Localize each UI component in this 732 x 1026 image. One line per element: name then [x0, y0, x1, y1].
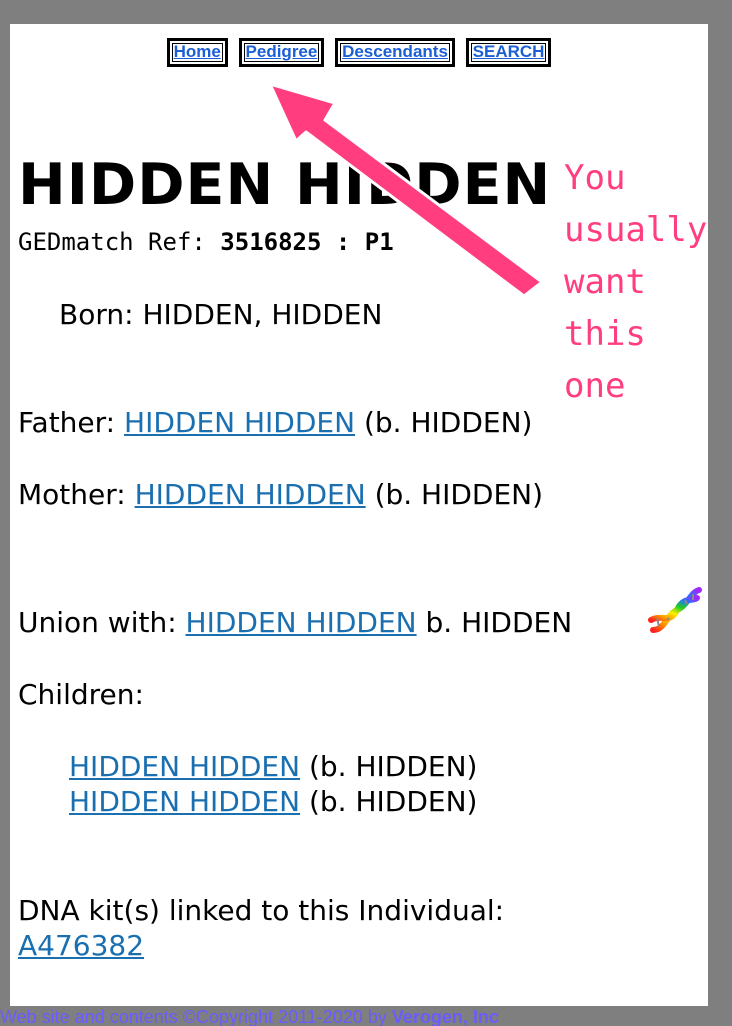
child-link[interactable]: HIDDEN HIDDEN — [69, 750, 300, 783]
child-item: HIDDEN HIDDEN (b. HIDDEN) — [69, 750, 477, 783]
union-birth: b. HIDDEN — [425, 606, 573, 639]
union-label: Union with: — [18, 606, 177, 639]
nav-bar: Home Pedigree Descendants SEARCH — [10, 38, 708, 67]
father-line: Father: HIDDEN HIDDEN (b. HIDDEN) — [18, 406, 532, 439]
nav-home-button[interactable]: Home — [166, 38, 228, 67]
footer-copyright: Web site and contents ©Copyright 2011-20… — [0, 1007, 387, 1026]
child-birth: (b. HIDDEN) — [308, 785, 478, 818]
nav-descendants-button[interactable]: Descendants — [335, 38, 455, 67]
dna-kit-link[interactable]: A476382 — [18, 929, 144, 962]
dna-icon[interactable] — [647, 584, 703, 636]
union-link[interactable]: HIDDEN HIDDEN — [186, 606, 417, 639]
mother-birth: (b. HIDDEN) — [374, 478, 544, 511]
nav-home-link[interactable]: Home — [174, 42, 221, 61]
footer: Web site and contents ©Copyright 2011-20… — [0, 1007, 732, 1026]
annotation-line: You — [564, 158, 626, 198]
born-label: Born: — [59, 298, 134, 331]
annotation-line: one — [564, 366, 626, 406]
mother-label: Mother: — [18, 478, 126, 511]
nav-pedigree-link[interactable]: Pedigree — [246, 42, 318, 61]
annotation-note: You usually want this one — [564, 152, 729, 412]
annotation-line: this — [564, 314, 646, 354]
father-link[interactable]: HIDDEN HIDDEN — [124, 406, 355, 439]
footer-company-link[interactable]: Verogen, Inc — [392, 1007, 499, 1026]
child-link[interactable]: HIDDEN HIDDEN — [69, 785, 300, 818]
father-label: Father: — [18, 406, 116, 439]
nav-search-button[interactable]: SEARCH — [465, 38, 552, 67]
born-value: HIDDEN, HIDDEN — [142, 298, 383, 331]
mother-line: Mother: HIDDEN HIDDEN (b. HIDDEN) — [18, 478, 543, 511]
annotation-line: usually — [564, 210, 708, 250]
gedmatch-ref: GEDmatch Ref: 3516825 : P1 — [18, 228, 394, 256]
union-line: Union with: HIDDEN HIDDEN b. HIDDEN — [18, 606, 572, 639]
mother-link[interactable]: HIDDEN HIDDEN — [135, 478, 366, 511]
father-birth: (b. HIDDEN) — [363, 406, 533, 439]
born-line: Born: HIDDEN, HIDDEN — [59, 298, 382, 331]
dna-kits-label: DNA kit(s) linked to this Individual: — [18, 894, 505, 927]
ref-label: GEDmatch Ref: — [18, 228, 206, 256]
children-label: Children: — [18, 678, 144, 711]
person-name: HIDDEN HIDDEN — [18, 152, 552, 218]
child-birth: (b. HIDDEN) — [308, 750, 478, 783]
nav-pedigree-button[interactable]: Pedigree — [238, 38, 325, 67]
ref-value: 3516825 : P1 — [220, 228, 394, 256]
nav-descendants-link[interactable]: Descendants — [342, 42, 448, 61]
child-item: HIDDEN HIDDEN (b. HIDDEN) — [69, 785, 477, 818]
nav-search-link[interactable]: SEARCH — [473, 42, 545, 61]
dna-kit-item: A476382 — [18, 929, 144, 962]
annotation-line: want — [564, 262, 646, 302]
